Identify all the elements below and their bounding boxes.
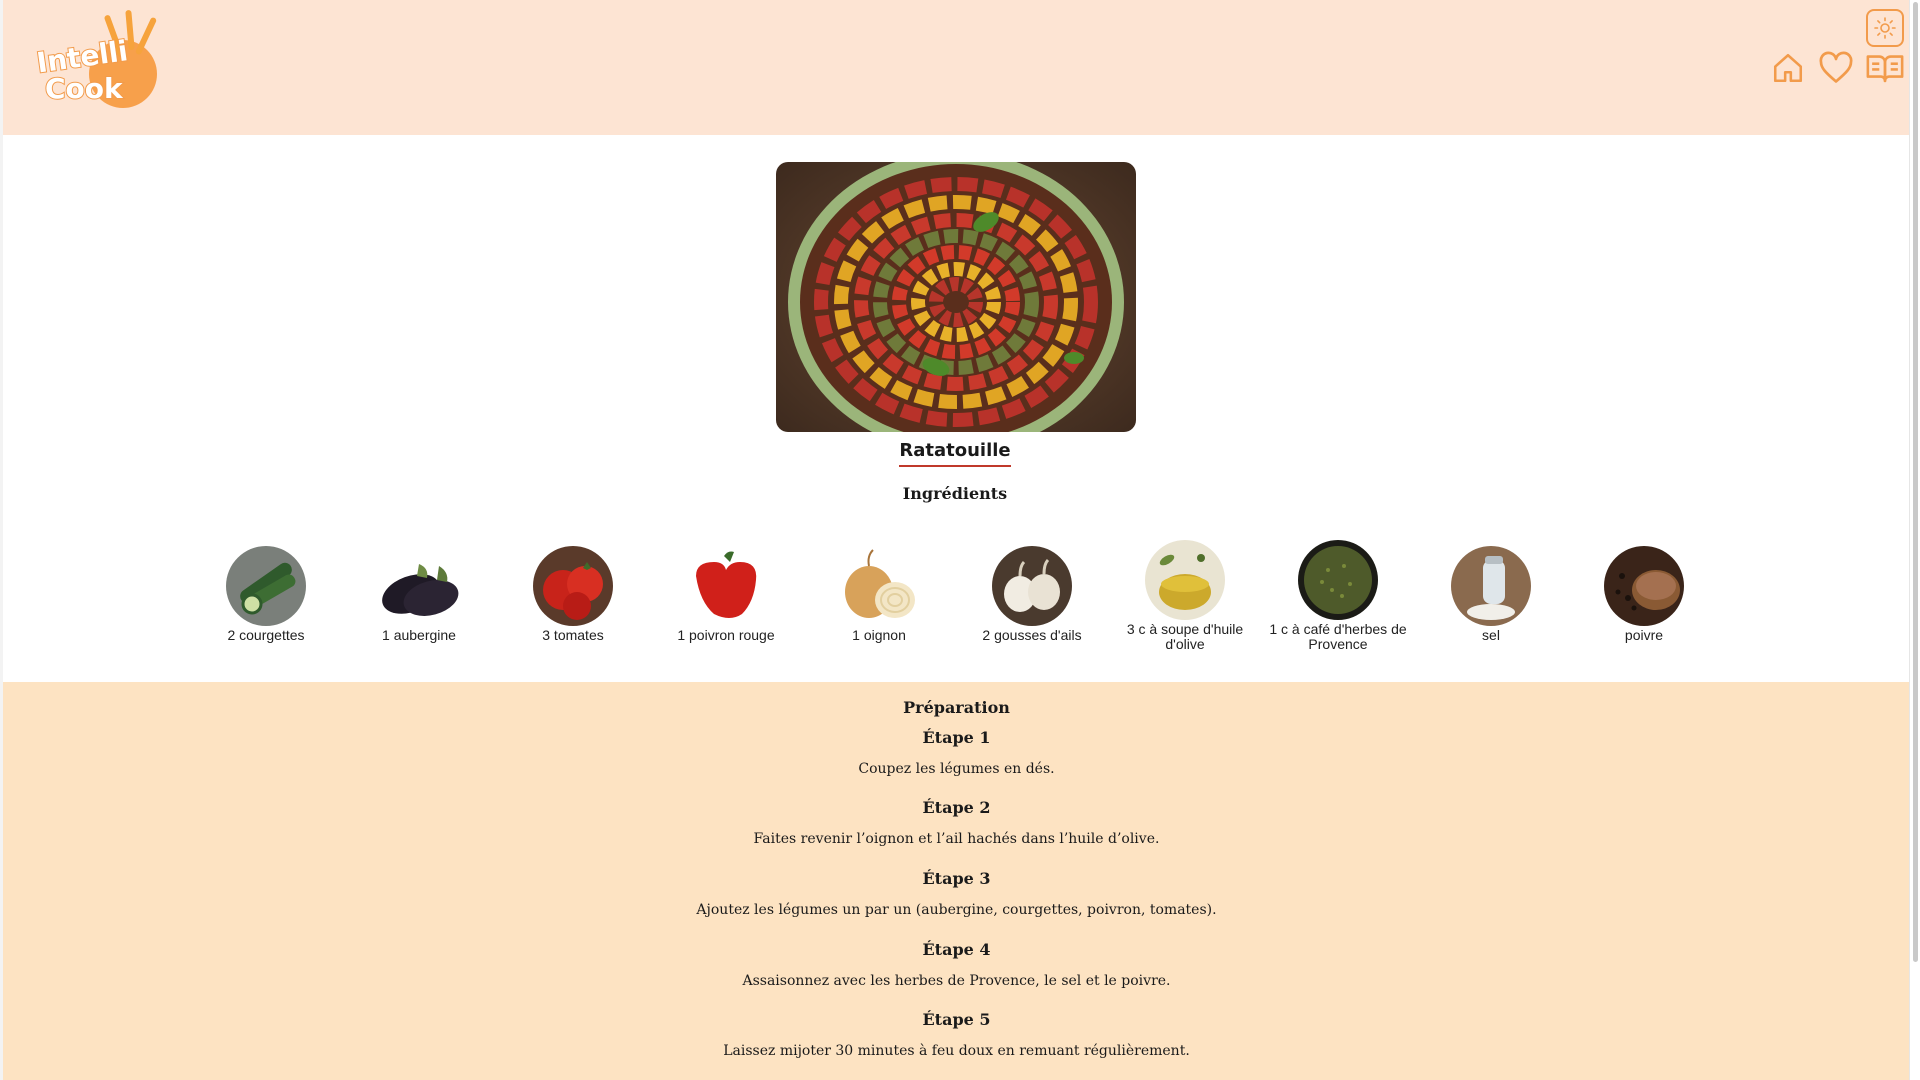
theme-toggle-button[interactable] [1866, 9, 1904, 47]
nav-home-button[interactable] [1768, 48, 1808, 88]
nav-favorites-button[interactable] [1816, 48, 1856, 88]
zucchini-icon [226, 546, 306, 626]
step-item: Étape 2 Faites revenir l’oignon et l’ail… [3, 798, 1910, 847]
recipe-title: Ratatouille [0, 440, 1910, 467]
bell-pepper-icon [686, 546, 766, 626]
ingredient-item: 3 tomates [498, 546, 648, 643]
svg-text:Cook: Cook [45, 72, 124, 105]
herbs-icon [1298, 540, 1378, 620]
home-icon [1773, 53, 1803, 83]
onion-icon [839, 546, 919, 626]
scrollbar-thumb[interactable] [1913, 2, 1918, 962]
tomato-icon [533, 546, 613, 626]
step-text: Assaisonnez avec les herbes de Provence,… [742, 973, 1171, 989]
heart-icon [1819, 51, 1853, 83]
step-text: Ajoutez les légumes un par un (aubergine… [696, 902, 1217, 918]
step-item: Étape 3 Ajoutez les légumes un par un (a… [3, 869, 1910, 918]
step-text: Coupez les légumes en dés. [858, 761, 1055, 777]
scrollbar[interactable] [1909, 0, 1920, 1080]
step-title: Étape 5 [922, 1010, 991, 1029]
garlic-icon [992, 546, 1072, 626]
ingredient-item: sel [1416, 546, 1566, 643]
olive-oil-icon [1145, 540, 1225, 620]
step-item: Étape 5 Laissez mijoter 30 minutes à feu… [3, 1010, 1910, 1059]
ingredient-item: 1 aubergine [344, 546, 494, 643]
ingredient-item: 3 c à soupe d'huile d'olive [1110, 540, 1260, 652]
pepper-icon [1604, 546, 1684, 626]
ingredient-item: 1 c à café d'herbes de Provence [1263, 540, 1413, 652]
ingredients-list: 2 courgettes 1 aubergine 3 tomates 1 poi… [0, 540, 1910, 660]
step-title: Étape 4 [922, 940, 991, 959]
step-item: Étape 1 Coupez les légumes en dés. [3, 728, 1910, 777]
intellicook-logo[interactable]: Intelli Cook [31, 6, 171, 111]
step-title: Étape 1 [922, 728, 991, 747]
ingredient-item: 1 oignon [804, 546, 954, 643]
eggplant-icon [379, 546, 459, 626]
nav-recipes-button[interactable] [1865, 48, 1905, 88]
step-text: Laissez mijoter 30 minutes à feu doux en… [723, 1043, 1190, 1059]
step-text: Faites revenir l’oignon et l’ail hachés … [753, 831, 1160, 847]
ingredient-item: 2 courgettes [191, 546, 341, 643]
step-title: Étape 3 [922, 869, 991, 888]
salt-icon [1451, 546, 1531, 626]
ingredients-heading: Ingrédients [902, 484, 1008, 503]
site-header: Intelli Cook [3, 0, 1910, 135]
ingredient-item: 2 gousses d'ails [957, 546, 1107, 643]
preparation-heading: Préparation [903, 698, 1010, 717]
book-icon [1866, 55, 1904, 83]
step-item: Étape 4 Assaisonnez avec les herbes de P… [3, 940, 1910, 989]
recipe-photo [776, 162, 1136, 432]
preparation-section: Préparation Étape 1 Coupez les légumes e… [3, 682, 1910, 1080]
step-title: Étape 2 [922, 798, 991, 817]
ingredient-item: poivre [1569, 546, 1719, 643]
theme-toggle-icon [1874, 17, 1896, 39]
ingredient-item: 1 poivron rouge [651, 546, 801, 643]
